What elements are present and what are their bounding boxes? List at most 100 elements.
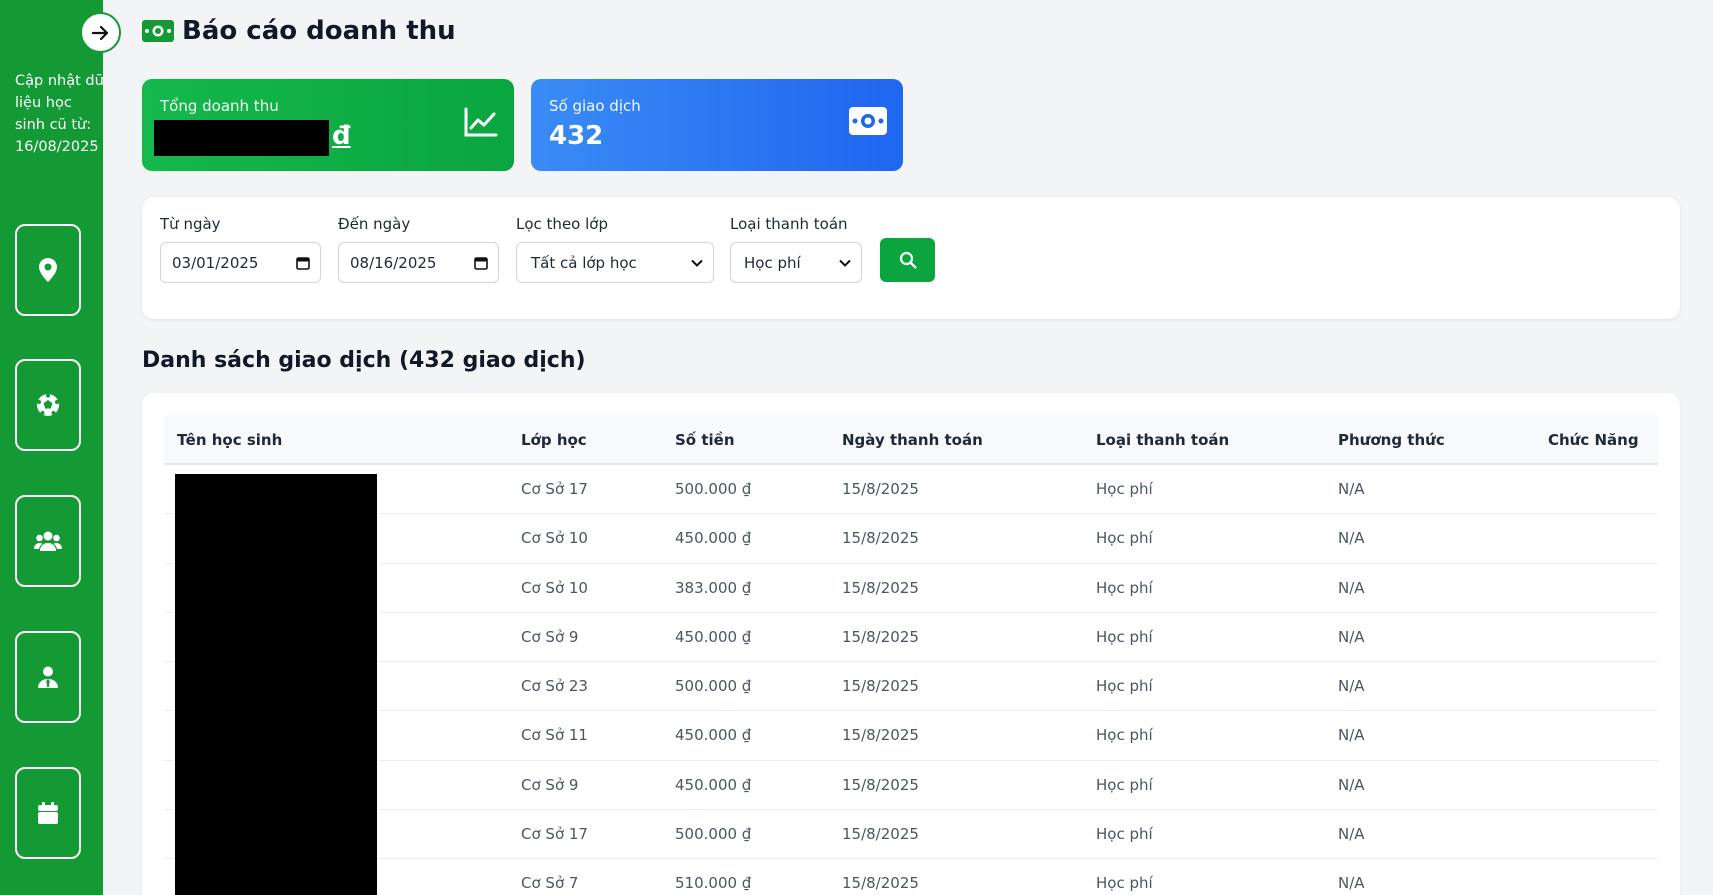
cell-amount: 450.000 ₫ <box>675 775 752 794</box>
cell-amount: 500.000 ₫ <box>675 825 752 844</box>
transaction-count-value: 432 <box>549 121 604 151</box>
to-date-input[interactable]: 08/16/2025 <box>338 242 499 283</box>
payment-type-label: Loại thanh toán <box>730 215 848 233</box>
table-row[interactable]: Cơ Sở 10 383.000 ₫ 15/8/2025 Học phí N/A <box>164 564 1658 613</box>
cell-date: 15/8/2025 <box>842 775 919 794</box>
cell-amount: 500.000 ₫ <box>675 480 752 498</box>
cell-type: Học phí <box>1096 529 1153 548</box>
cell-date: 15/8/2025 <box>842 578 919 597</box>
cell-method: N/A <box>1338 529 1365 548</box>
cell-date: 15/8/2025 <box>842 874 919 893</box>
cell-type: Học phí <box>1096 825 1153 844</box>
table-row[interactable]: Cơ Sở 17 500.000 ₫ 15/8/2025 Học phí N/A <box>164 810 1658 860</box>
table-row[interactable]: Cơ Sở 10 450.000 ₫ 15/8/2025 Học phí N/A <box>164 514 1658 564</box>
payment-type-select[interactable]: Học phí <box>730 242 862 283</box>
cell-class: Cơ Sở 7 <box>521 874 579 893</box>
cell-type: Học phí <box>1096 775 1153 794</box>
sidebar-item-students[interactable] <box>15 495 81 587</box>
to-date-label: Đến ngày <box>338 215 411 233</box>
soccer-ball-icon <box>37 393 59 416</box>
redacted-revenue-value <box>154 120 329 156</box>
cell-type: Học phí <box>1096 677 1153 696</box>
col-student-name: Tên học sinh <box>177 431 283 449</box>
transaction-table: Tên học sinh Lớp học Số tiền Ngày thanh … <box>164 415 1658 895</box>
class-filter-select[interactable]: Tất cả lớp học <box>516 242 714 283</box>
class-filter-label: Lọc theo lớp <box>516 215 608 233</box>
col-payment-date: Ngày thanh toán <box>842 431 983 449</box>
payment-type-value: Học phí <box>744 253 801 272</box>
cell-method: N/A <box>1338 627 1365 646</box>
user-tie-icon <box>38 666 58 688</box>
col-method: Phương thức <box>1338 431 1445 449</box>
to-date-value: 08/16/2025 <box>350 253 437 272</box>
chart-line-icon <box>464 107 498 141</box>
cell-date: 15/8/2025 <box>842 480 919 498</box>
cell-amount: 500.000 ₫ <box>675 677 752 696</box>
money-bill-icon <box>849 107 887 139</box>
table-row[interactable]: Cơ Sở 9 450.000 ₫ 15/8/2025 Học phí N/A <box>164 761 1658 811</box>
to-date-group: Đến ngày 08/16/2025 <box>338 215 499 283</box>
from-date-input[interactable]: 03/01/2025 <box>160 242 321 283</box>
cell-class: Cơ Sở 10 <box>521 578 588 597</box>
currency-suffix: đ <box>332 121 351 151</box>
total-revenue-label: Tổng doanh thu <box>160 97 279 115</box>
from-date-group: Từ ngày 03/01/2025 <box>160 215 321 283</box>
col-payment-type: Loại thanh toán <box>1096 431 1230 449</box>
sidebar-item-sports[interactable] <box>15 359 81 451</box>
sidebar-item-staff[interactable] <box>15 631 81 723</box>
from-date-label: Từ ngày <box>160 215 221 233</box>
arrow-right-icon <box>91 25 108 40</box>
cell-method: N/A <box>1338 825 1365 844</box>
from-date-value: 03/01/2025 <box>172 253 259 272</box>
col-amount: Số tiền <box>675 431 735 449</box>
filter-panel: Từ ngày 03/01/2025 Đến ngày 08/16/2025 L… <box>142 197 1680 319</box>
sidebar-toggle-button[interactable] <box>80 12 121 53</box>
page-header: Báo cáo doanh thu <box>142 16 456 46</box>
sidebar-item-locations[interactable] <box>15 224 81 316</box>
table-row[interactable]: Cơ Sở 17 500.000 ₫ 15/8/2025 Học phí N/A <box>164 465 1658 515</box>
col-class: Lớp học <box>521 431 587 449</box>
cell-date: 15/8/2025 <box>842 726 919 745</box>
transaction-count-card: Số giao dịch 432 <box>531 79 903 171</box>
col-actions: Chức Năng <box>1548 431 1639 449</box>
search-button[interactable] <box>880 238 935 282</box>
table-row[interactable]: Cơ Sở 11 450.000 ₫ 15/8/2025 Học phí N/A <box>164 711 1658 761</box>
calendar-icon <box>296 256 310 270</box>
cell-type: Học phí <box>1096 480 1153 498</box>
cell-method: N/A <box>1338 677 1365 696</box>
cell-method: N/A <box>1338 578 1365 597</box>
cell-date: 15/8/2025 <box>842 627 919 646</box>
cell-amount: 510.000 ₫ <box>675 874 752 893</box>
cell-method: N/A <box>1338 874 1365 893</box>
cell-class: Cơ Sở 17 <box>521 480 588 498</box>
table-row[interactable]: Cơ Sở 23 500.000 ₫ 15/8/2025 Học phí N/A <box>164 662 1658 712</box>
cell-class: Cơ Sở 9 <box>521 775 579 794</box>
chevron-down-icon <box>691 259 703 267</box>
table-row[interactable]: Cơ Sở 7 510.000 ₫ 15/8/2025 Học phí N/A <box>164 859 1658 895</box>
table-row[interactable]: Cơ Sở 9 450.000 ₫ 15/8/2025 Học phí N/A <box>164 613 1658 663</box>
cell-type: Học phí <box>1096 726 1153 745</box>
cell-amount: 450.000 ₫ <box>675 529 752 548</box>
cell-class: Cơ Sở 17 <box>521 825 588 844</box>
transaction-list-title: Danh sách giao dịch (432 giao dịch) <box>142 348 586 373</box>
class-filter-group: Lọc theo lớp Tất cả lớp học <box>516 215 714 283</box>
map-pin-icon <box>39 258 57 282</box>
transaction-count-label: Số giao dịch <box>549 97 641 115</box>
search-icon <box>899 251 916 269</box>
sidebar-update-note: Cập nhật dữ liệu học sinh cũ từ: 16/08/2… <box>15 73 104 155</box>
cell-type: Học phí <box>1096 627 1153 646</box>
cell-class: Cơ Sở 11 <box>521 726 588 745</box>
cell-class: Cơ Sở 23 <box>521 677 588 696</box>
money-bill-icon <box>142 20 174 42</box>
cell-method: N/A <box>1338 480 1365 498</box>
cell-method: N/A <box>1338 775 1365 794</box>
sidebar: Cập nhật dữ liệu học sinh cũ từ: 16/08/2… <box>0 0 104 895</box>
redacted-student-names <box>175 474 377 895</box>
users-group-icon <box>34 531 62 551</box>
cell-type: Học phí <box>1096 874 1153 893</box>
cell-amount: 450.000 ₫ <box>675 627 752 646</box>
sidebar-item-schedule[interactable] <box>15 767 81 859</box>
class-filter-value: Tất cả lớp học <box>531 253 637 272</box>
total-revenue-card: Tổng doanh thu đ <box>142 79 514 171</box>
table-header: Tên học sinh Lớp học Số tiền Ngày thanh … <box>164 415 1658 465</box>
